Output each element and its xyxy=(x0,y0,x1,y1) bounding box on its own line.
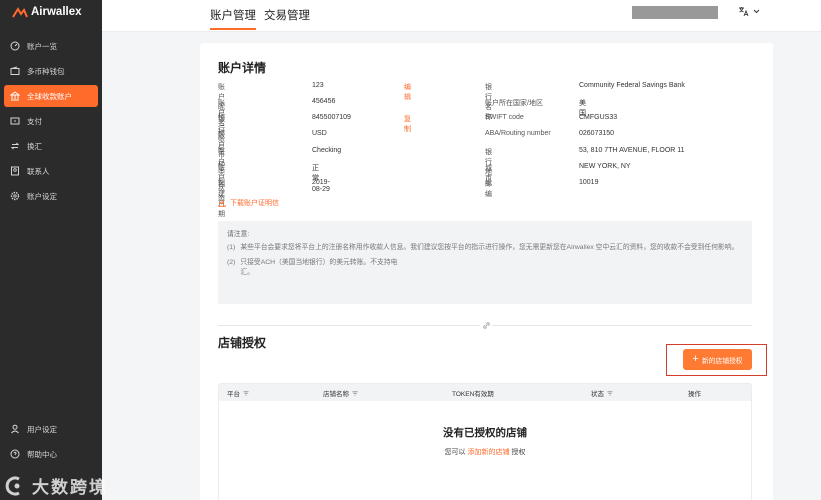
store-authorization-title: 店铺授权 xyxy=(218,336,267,350)
wallet-icon xyxy=(10,66,20,76)
empty-state-suffix: 授权 xyxy=(511,449,526,456)
main-card: 账户详情 账户昵称 123 编辑 账户名称 456456 银行账号 845500… xyxy=(200,43,773,500)
edit-nickname-link[interactable]: 编辑 xyxy=(404,82,411,102)
column-header-platform[interactable]: 平台 xyxy=(227,388,249,398)
detail-value: Checking xyxy=(312,147,342,154)
sidebar-item-exchange[interactable]: 换汇 xyxy=(4,135,98,157)
empty-state-title: 没有已授权的店铺 xyxy=(443,427,527,439)
detail-label: SWIFT code xyxy=(485,114,524,121)
column-header-token-expiry: TOKEN有效期 xyxy=(452,388,494,398)
notice-item-text: 只接受ACH（美国当地银行）的美元转账。不支持电汇。 xyxy=(240,259,398,276)
dashboard-icon xyxy=(10,41,20,51)
filter-icon[interactable] xyxy=(243,390,249,396)
sidebar-bottom-nav: 用户设定 帮助中心 xyxy=(0,418,102,468)
detail-value: USD xyxy=(312,130,327,137)
user-icon xyxy=(10,424,20,434)
exchange-icon xyxy=(10,141,20,151)
tab-account-management[interactable]: 账户管理 xyxy=(210,7,256,30)
detail-value: NEW YORK, NY xyxy=(579,163,631,170)
watermark-logo-icon xyxy=(5,476,20,495)
sidebar-item-payment[interactable]: 支付 xyxy=(4,110,98,132)
payment-icon xyxy=(10,116,20,126)
airwallex-logo-icon xyxy=(12,6,28,18)
detail-label: 账户所在国家/地区 xyxy=(485,100,543,107)
detail-value: 026073150 xyxy=(579,130,615,137)
column-label: 操作 xyxy=(688,391,701,398)
filter-icon[interactable] xyxy=(607,390,613,396)
notice-item: (1) 某些平台会要求您将平台上的注册名称用作收款人信息。我们建议您按平台的指示… xyxy=(227,243,743,253)
bank-icon xyxy=(10,91,20,101)
sidebar-item-dashboard[interactable]: 账户一览 xyxy=(4,35,98,57)
sidebar-item-wallet[interactable]: 多币种钱包 xyxy=(4,60,98,82)
sidebar-item-account-settings[interactable]: 账户设定 xyxy=(4,185,98,207)
detail-value: Community Federal Savings Bank xyxy=(579,82,685,89)
sidebar: Airwallex 账户一览 多币种钱包 全球收款账户 支付 换汇 联系人 账户… xyxy=(0,0,102,500)
column-label: 平台 xyxy=(227,391,240,398)
copy-account-number-link[interactable]: 复制 xyxy=(404,114,411,134)
sidebar-item-label: 多币种钱包 xyxy=(27,66,65,76)
link-icon xyxy=(480,320,492,330)
detail-value: 456456 xyxy=(312,98,336,105)
sidebar-nav: 账户一览 多币种钱包 全球收款账户 支付 换汇 联系人 账户设定 xyxy=(0,35,102,210)
detail-value: 10019 xyxy=(579,179,599,186)
top-bar: 账户管理 交易管理 xyxy=(102,0,821,32)
notice-item: (2) 只接受ACH（美国当地银行）的美元转账。不支持电汇。 xyxy=(227,258,743,278)
notice-item-number: (1) xyxy=(227,244,236,251)
sidebar-item-user-settings[interactable]: 用户设定 xyxy=(4,418,98,440)
notice-title: 请注意: xyxy=(227,231,250,238)
download-link-label: 下载账户证明信 xyxy=(230,200,279,207)
plus-icon: + xyxy=(692,353,699,365)
column-header-actions: 操作 xyxy=(688,388,701,398)
column-header-status[interactable]: 状态 xyxy=(591,388,613,398)
download-account-letter-link[interactable]: 下载账户证明信 xyxy=(218,198,279,208)
watermark: 大数跨境 xyxy=(4,473,108,498)
empty-state-prefix: 您可以 xyxy=(444,449,466,456)
brand-logo[interactable]: Airwallex xyxy=(12,6,82,18)
brand-name: Airwallex xyxy=(31,6,82,18)
chevron-down-icon xyxy=(753,9,760,14)
detail-value: 2019-08-29 xyxy=(312,179,330,193)
contacts-icon xyxy=(10,166,20,176)
detail-value: 53, 810 7TH AVENUE, FLOOR 11 xyxy=(579,147,685,154)
help-icon xyxy=(10,449,20,459)
language-switcher[interactable] xyxy=(738,6,760,17)
sidebar-item-label: 用户设定 xyxy=(27,424,57,434)
download-icon xyxy=(218,199,226,207)
settings-icon xyxy=(10,191,20,201)
sidebar-item-label: 帮助中心 xyxy=(27,449,57,459)
translate-icon xyxy=(739,7,749,17)
sidebar-item-label: 换汇 xyxy=(27,141,42,151)
empty-state-subtitle: 您可以 添加新的店铺 授权 xyxy=(219,447,751,457)
sidebar-item-global-accounts[interactable]: 全球收款账户 xyxy=(4,85,98,107)
column-label: TOKEN有效期 xyxy=(452,391,494,398)
column-label: 店铺名称 xyxy=(323,391,349,398)
new-store-button-label: 新的店铺授权 xyxy=(701,357,743,365)
notice-box: 请注意: (1) 某些平台会要求您将平台上的注册名称用作收款人信息。我们建议您按… xyxy=(218,221,752,304)
filter-icon[interactable] xyxy=(352,390,358,396)
sidebar-item-contacts[interactable]: 联系人 xyxy=(4,160,98,182)
detail-value: CMFGUS33 xyxy=(579,114,618,121)
column-label: 状态 xyxy=(591,391,604,398)
tab-transaction-management[interactable]: 交易管理 xyxy=(264,7,310,23)
notice-item-number: (2) xyxy=(227,259,236,266)
table-header: 平台 店铺名称 TOKEN有效期 状态 操作 xyxy=(219,384,751,401)
sidebar-item-label: 账户设定 xyxy=(27,191,57,201)
new-store-authorization-button[interactable]: + 新的店铺授权 xyxy=(683,349,752,370)
sidebar-item-help[interactable]: 帮助中心 xyxy=(4,443,98,465)
add-store-link[interactable]: 添加新的店铺 xyxy=(468,449,510,456)
detail-value: 123 xyxy=(312,82,324,89)
sidebar-item-label: 全球收款账户 xyxy=(27,91,72,101)
detail-value: 8455007109 xyxy=(312,114,351,121)
account-details-title: 账户详情 xyxy=(218,61,267,75)
detail-label: 邮编 xyxy=(485,181,492,198)
store-table: 平台 店铺名称 TOKEN有效期 状态 操作 没有已授权的店铺 您可以 添加新的… xyxy=(218,383,752,500)
sidebar-item-label: 账户一览 xyxy=(27,41,57,51)
watermark-text: 大数跨境 xyxy=(32,478,108,497)
sidebar-item-label: 支付 xyxy=(27,116,42,126)
detail-label: ABA/Routing number xyxy=(485,130,551,137)
notice-item-text: 某些平台会要求您将平台上的注册名称用作收款人信息。我们建议您按平台的指示进行操作… xyxy=(240,244,739,251)
column-header-store-name[interactable]: 店铺名称 xyxy=(323,388,358,398)
sidebar-item-label: 联系人 xyxy=(27,166,50,176)
redacted-user-block xyxy=(632,6,718,19)
